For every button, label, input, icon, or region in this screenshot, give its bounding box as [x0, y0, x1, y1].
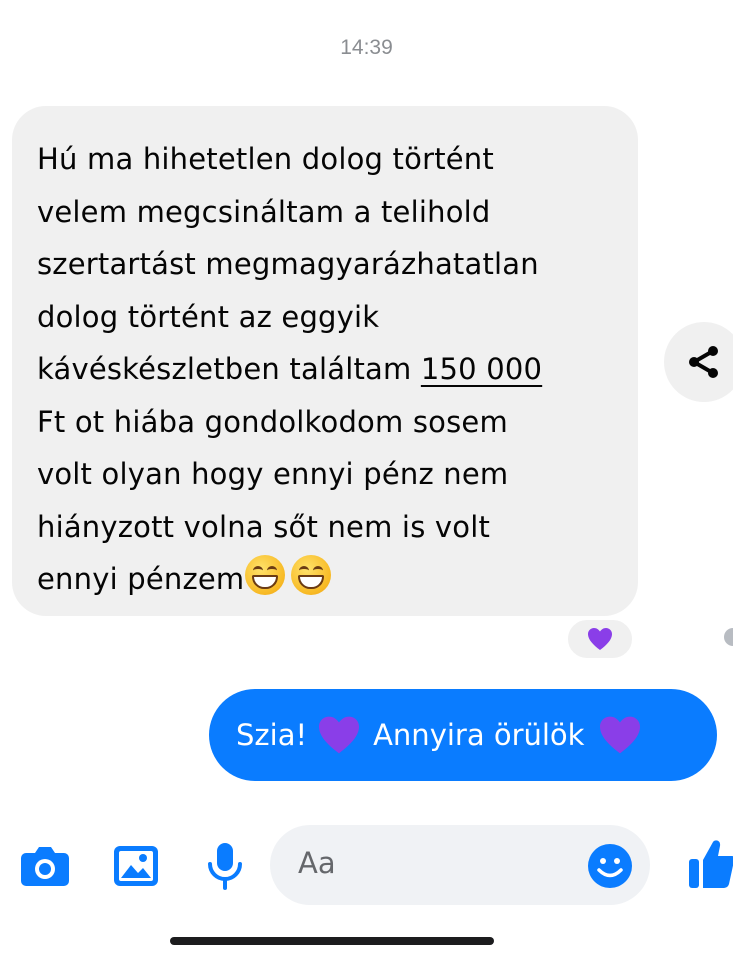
amount-link[interactable]: 150 000 [421, 352, 542, 386]
purple-heart-icon [319, 716, 360, 754]
grinning-face-icon [245, 555, 286, 595]
home-indicator [170, 937, 494, 945]
emoji-icon[interactable] [587, 843, 633, 889]
message-line: Hú ma hihetetlen dolog történt [37, 142, 494, 176]
purple-heart-icon [588, 628, 612, 650]
message-reaction[interactable] [565, 617, 635, 661]
share-button[interactable] [664, 322, 733, 402]
message-line: szertartást megmagyarázhatatlan [37, 247, 539, 281]
message-line-text: kávéskészletben találtam [37, 352, 421, 386]
seen-avatar [724, 628, 733, 646]
camera-icon[interactable] [20, 845, 70, 887]
sent-message-bubble[interactable]: Szia! Annyira örülök [209, 689, 717, 781]
sent-message-text: Szia! [236, 718, 308, 752]
purple-heart-icon [600, 716, 641, 754]
image-icon[interactable] [113, 845, 159, 887]
message-line: Ft ot hiába gondolkodom sosem [37, 404, 508, 439]
thumbs-up-icon[interactable] [688, 838, 733, 890]
message-timestamp: 14:39 [340, 36, 393, 59]
sent-message-text: Annyira örülök [373, 718, 585, 752]
message-line: dolog történt az eggyik [37, 299, 380, 334]
message-line: kávéskészletben találtam 150 000 [37, 343, 617, 396]
grinning-face-icon [291, 555, 332, 595]
message-line: velem megcsináltam a telihold [37, 194, 491, 229]
share-icon [689, 346, 718, 378]
message-line: hiányzott volna sőt nem is volt [37, 509, 491, 544]
microphone-icon[interactable] [207, 842, 243, 890]
received-message-text: Hú ma hihetetlen dolog történt velem meg… [37, 133, 617, 606]
message-line-text: ennyi pénzem [37, 562, 245, 596]
message-line: volt olyan hogy ennyi pénz nem [37, 457, 509, 491]
message-line: ennyi pénzem [37, 553, 617, 606]
message-input-placeholder: Aa [298, 846, 336, 880]
